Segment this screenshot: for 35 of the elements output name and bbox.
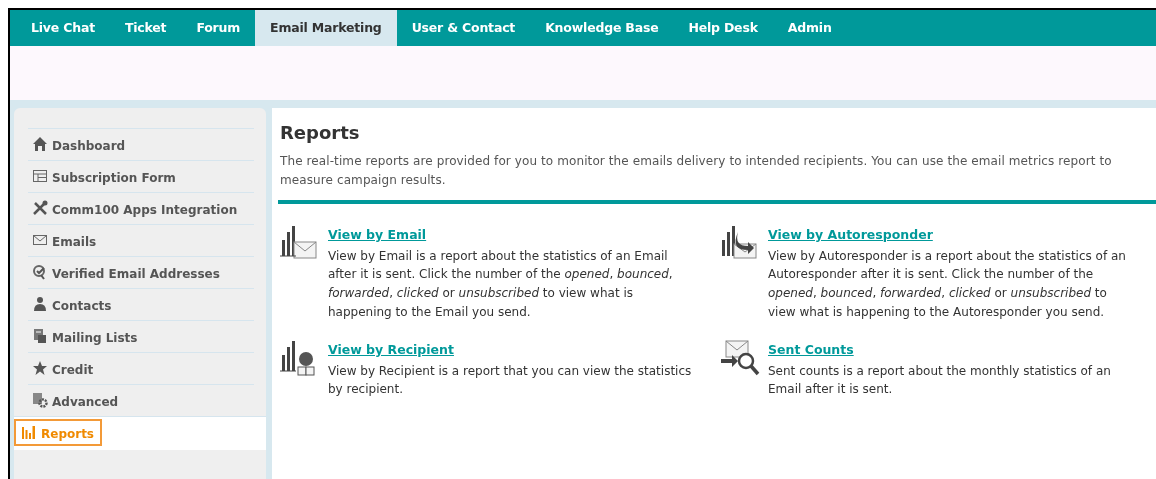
sidebar-item[interactable]: Comm100 Apps Integration — [28, 192, 254, 224]
bar-chart-icon — [21, 424, 37, 440]
nav-tab[interactable]: Live Chat — [16, 10, 110, 46]
person-icon — [32, 296, 48, 312]
badge-check-icon — [32, 264, 48, 280]
sidebar-item[interactable]: Verified Email Addresses — [28, 256, 254, 288]
nav-tab[interactable]: Help Desk — [673, 10, 773, 46]
envelope-icon — [32, 232, 48, 248]
star-icon — [32, 360, 48, 376]
report-description: View by Autoresponder is a report about the statistics of an Autoresponder after it is sent. Click the number of the opened, bounced, forwarded, clicked or unsubscribed to view what is happening to the Autoresponder you send. — [768, 247, 1127, 321]
sidebar-item[interactable]: Mailing Lists — [28, 320, 254, 352]
report-description: View by Recipient is a report that you can view the statistics by recipient. — [328, 362, 693, 399]
intro-text: The real-time reports are provided for you to monitor the emails delivery to intended recipients. You can use the email metrics report to measure campaign results. — [280, 152, 1113, 189]
nav-tab[interactable]: Email Marketing — [255, 10, 397, 46]
report-link[interactable]: View by Recipient — [328, 341, 454, 360]
nav-tab[interactable]: Ticket — [109, 10, 182, 46]
nav-tab[interactable]: Admin — [772, 10, 847, 46]
page-title: Reports — [280, 122, 361, 144]
report-link[interactable]: Sent Counts — [768, 341, 854, 360]
sidebar-item[interactable]: Dashboard — [28, 128, 254, 160]
report-link[interactable]: View by Email — [328, 225, 427, 245]
report-description: Sent counts is a report about the monthly statistics of an Email after it is sent. — [768, 362, 1112, 399]
sidebar-item[interactable]: Credit — [28, 352, 254, 384]
nav-tab[interactable]: User & Contact — [396, 10, 531, 46]
sidebar-item[interactable]: Subscription Form — [28, 160, 254, 192]
sidebar-item[interactable]: Contacts — [28, 288, 254, 320]
nav-tab[interactable]: Knowledge Base — [530, 10, 674, 46]
nav-tab[interactable]: Forum — [181, 10, 256, 46]
sidebar-item[interactable]: Emails — [28, 224, 254, 256]
report-link[interactable]: View by Autoresponder — [768, 225, 933, 245]
tools-icon — [32, 200, 48, 216]
report-description: View by Email is a report about the statistics of an Email after it is sent. Click the number of the opened, bounced, forwarded, clicked or unsubscribed to view what is happening to the Email you send. — [328, 247, 674, 321]
form-icon — [32, 168, 48, 184]
home-icon — [32, 136, 48, 152]
sidebar-item[interactable]: Reports — [14, 416, 266, 450]
